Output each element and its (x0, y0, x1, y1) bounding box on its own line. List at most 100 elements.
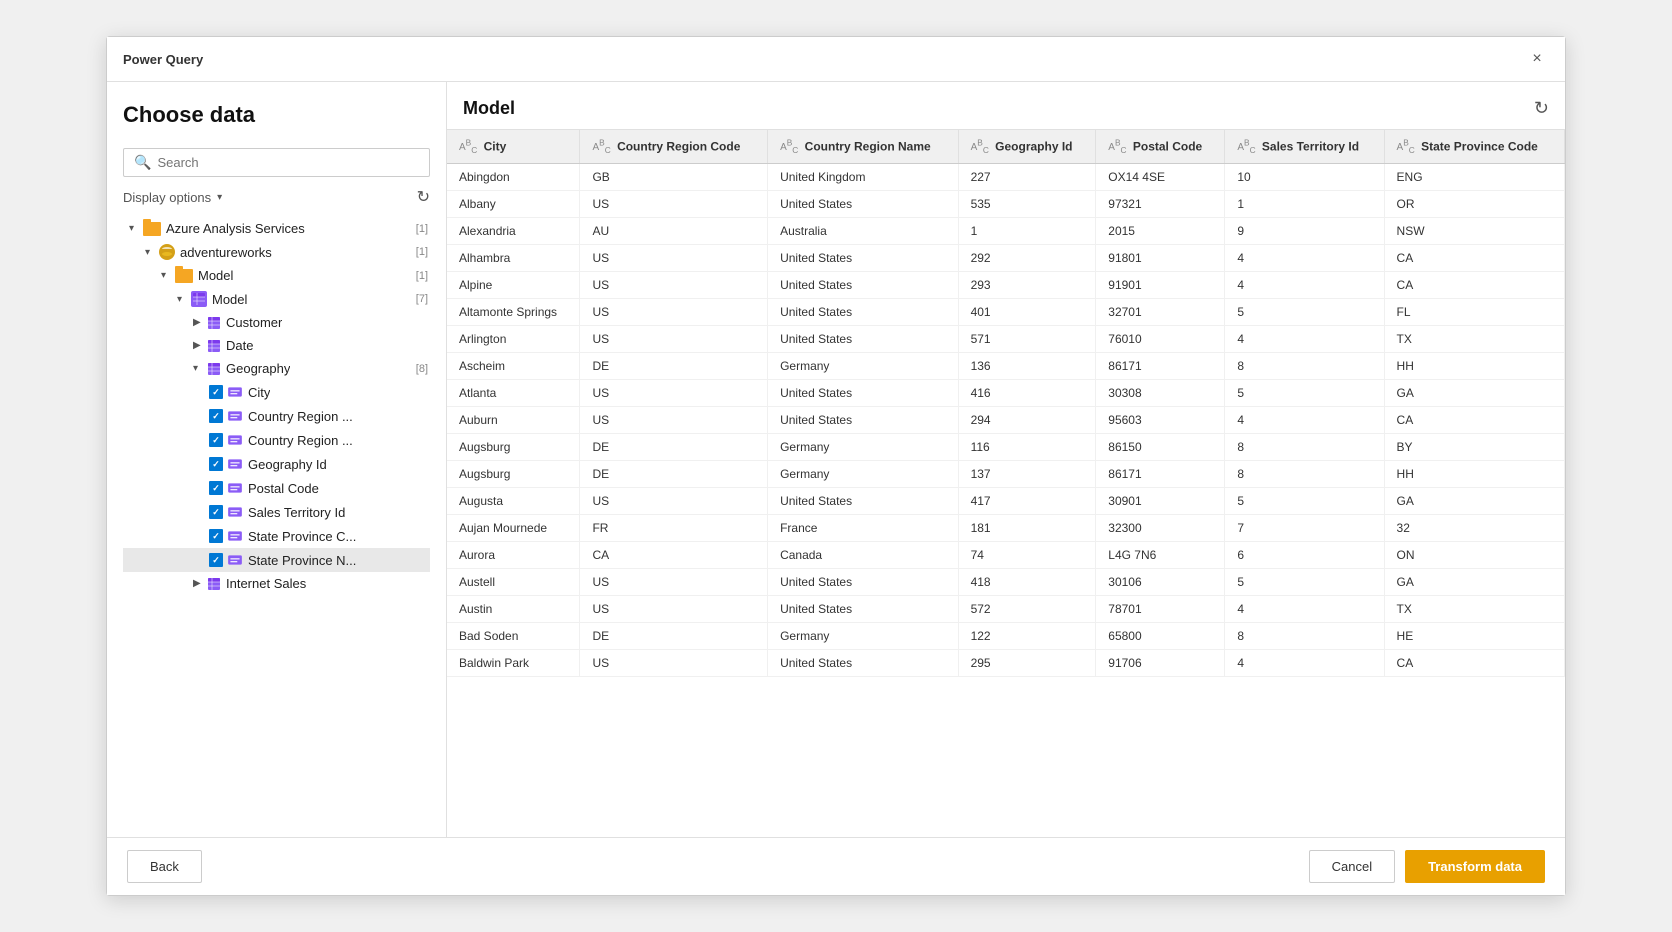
folder-icon-model (175, 269, 193, 283)
back-button[interactable]: Back (127, 850, 202, 883)
checkbox-state-province-n[interactable] (209, 553, 223, 567)
tree-label-geography-id-field: Geography Id (248, 457, 327, 472)
checkbox-sales-territory-id[interactable] (209, 505, 223, 519)
col-header-country-region-code[interactable]: ABC Country Region Code (580, 130, 768, 164)
table-row: AugsburgDEGermany137861718HH (447, 461, 1565, 488)
column-icon-customer (207, 316, 221, 330)
tree-item-city-field[interactable]: City (123, 380, 430, 404)
tree-label-customer: Customer (226, 315, 282, 330)
checkbox-geography-id[interactable] (209, 457, 223, 471)
tree-item-model-table[interactable]: ▾ Model [7] (123, 287, 430, 311)
table-body: AbingdonGBUnited Kingdom227OX14 4SE10ENG… (447, 164, 1565, 677)
tree-item-adventureworks[interactable]: ▾ adventureworks [1] (123, 240, 430, 264)
table-icon-model (191, 291, 207, 307)
expand-arrow-adventureworks: ▾ (145, 247, 159, 258)
close-button[interactable]: × (1525, 47, 1549, 71)
col-header-geography-id[interactable]: ABC Geography Id (958, 130, 1096, 164)
tree-item-internet-sales[interactable]: ▶ Internet Sales (123, 572, 430, 595)
table-cell: 32300 (1096, 515, 1225, 542)
dialog-title: Power Query (123, 52, 203, 67)
col-header-city[interactable]: ABC City (447, 130, 580, 164)
tree-item-customer[interactable]: ▶ Customer (123, 311, 430, 334)
search-box[interactable]: 🔍 (123, 148, 430, 177)
table-cell: Abingdon (447, 164, 580, 191)
table-cell: 4 (1225, 326, 1384, 353)
checkbox-country-region-2[interactable] (209, 433, 223, 447)
checkbox-postal-code[interactable] (209, 481, 223, 495)
tree-item-postal-code-field[interactable]: Postal Code (123, 476, 430, 500)
checkbox-state-province-c[interactable] (209, 529, 223, 543)
tree-item-geography[interactable]: ▾ Geography [8] (123, 357, 430, 380)
data-table-container[interactable]: ABC City ABC Country Region Code ABC Cou… (447, 129, 1565, 837)
table-cell: Germany (768, 623, 959, 650)
col-header-country-region-name[interactable]: ABC Country Region Name (768, 130, 959, 164)
col-header-postal-code[interactable]: ABC Postal Code (1096, 130, 1225, 164)
col-label-country-region-name: Country Region Name (805, 139, 931, 153)
table-row: AustellUSUnited States418301065GA (447, 569, 1565, 596)
table-cell: US (580, 488, 768, 515)
table-cell: Auburn (447, 407, 580, 434)
field-icon-state-province-c (227, 528, 243, 544)
col-type-pc: ABC (1108, 142, 1126, 153)
col-label-city: City (484, 139, 507, 153)
search-input[interactable] (157, 155, 419, 170)
checkbox-city[interactable] (209, 385, 223, 399)
table-cell: 10 (1225, 164, 1384, 191)
table-cell: US (580, 326, 768, 353)
table-cell: DE (580, 353, 768, 380)
tree-item-geography-id-field[interactable]: Geography Id (123, 452, 430, 476)
tree-item-sales-territory-id-field[interactable]: Sales Territory Id (123, 500, 430, 524)
tree-item-country-region-1[interactable]: Country Region ... (123, 404, 430, 428)
table-row: Baldwin ParkUSUnited States295917064CA (447, 650, 1565, 677)
table-cell: CA (1384, 407, 1564, 434)
table-cell: L4G 7N6 (1096, 542, 1225, 569)
data-table: ABC City ABC Country Region Code ABC Cou… (447, 130, 1565, 677)
count-geography: [8] (416, 363, 428, 375)
table-cell: US (580, 299, 768, 326)
table-cell: 122 (958, 623, 1096, 650)
col-header-state-province-code[interactable]: ABC State Province Code (1384, 130, 1564, 164)
table-cell: US (580, 407, 768, 434)
table-cell: 86171 (1096, 461, 1225, 488)
table-cell: 1 (958, 218, 1096, 245)
transform-data-button[interactable]: Transform data (1405, 850, 1545, 883)
tree-item-state-province-n[interactable]: State Province N... (123, 548, 430, 572)
refresh-button[interactable]: ↻ (417, 187, 430, 207)
tree-item-state-province-c[interactable]: State Province C... (123, 524, 430, 548)
tree-item-country-region-2[interactable]: Country Region ... (123, 428, 430, 452)
table-cell: 7 (1225, 515, 1384, 542)
table-cell: 1 (1225, 191, 1384, 218)
tree-item-model-root[interactable]: ▾ Model [1] (123, 264, 430, 287)
tree-item-date[interactable]: ▶ Date (123, 334, 430, 357)
cancel-button[interactable]: Cancel (1309, 850, 1395, 883)
table-cell: CA (1384, 650, 1564, 677)
checkbox-country-region-1[interactable] (209, 409, 223, 423)
table-cell: United States (768, 245, 959, 272)
table-cell: Augusta (447, 488, 580, 515)
table-cell: Canada (768, 542, 959, 569)
search-icon: 🔍 (134, 154, 151, 171)
count-model-root: [1] (416, 270, 428, 282)
tree-label-date: Date (226, 338, 253, 353)
table-cell: Altamonte Springs (447, 299, 580, 326)
table-cell: ON (1384, 542, 1564, 569)
table-cell: US (580, 380, 768, 407)
right-panel: Model ↻ ABC City ABC Country Region (447, 82, 1565, 837)
table-cell: 295 (958, 650, 1096, 677)
table-cell: 4 (1225, 596, 1384, 623)
col-header-sales-territory-id[interactable]: ABC Sales Territory Id (1225, 130, 1384, 164)
col-type-crc: ABC (592, 142, 610, 153)
table-cell: Bad Soden (447, 623, 580, 650)
table-row: AscheimDEGermany136861718HH (447, 353, 1565, 380)
model-refresh-button[interactable]: ↻ (1534, 98, 1549, 119)
table-cell: 9 (1225, 218, 1384, 245)
chevron-down-icon: ▾ (217, 192, 222, 203)
table-cell: 8 (1225, 353, 1384, 380)
table-cell: 6 (1225, 542, 1384, 569)
tree-item-azure[interactable]: ▾ Azure Analysis Services [1] (123, 217, 430, 240)
table-cell: 32701 (1096, 299, 1225, 326)
count-adventureworks: [1] (416, 246, 428, 258)
table-cell: Atlanta (447, 380, 580, 407)
model-title: Model (463, 98, 515, 119)
col-label-country-region-code: Country Region Code (617, 139, 740, 153)
